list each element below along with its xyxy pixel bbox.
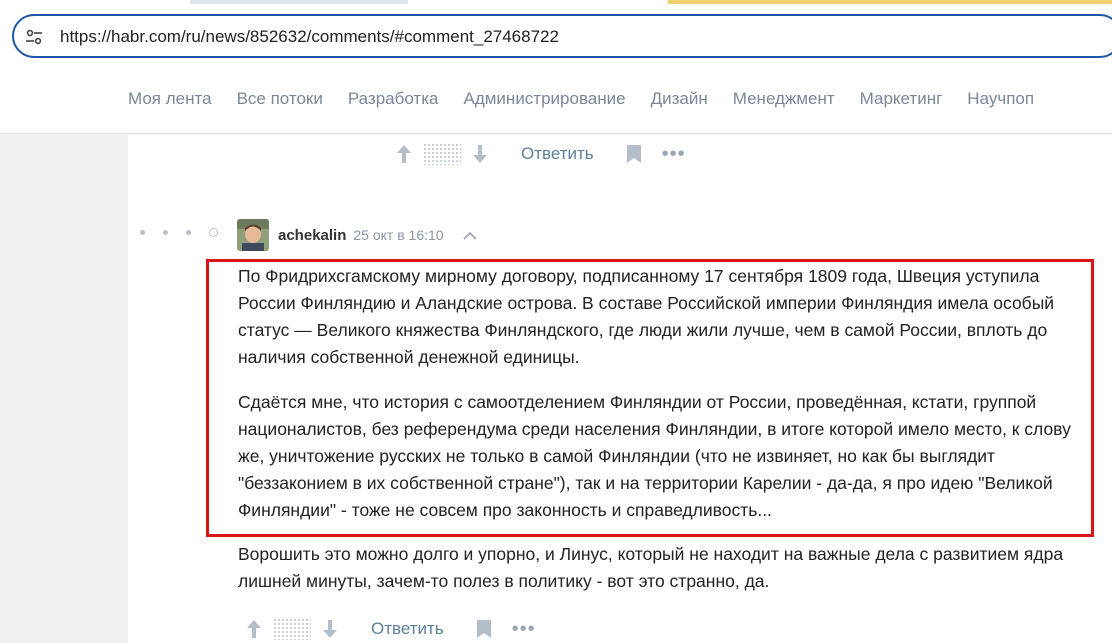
nav-item-design[interactable]: Дизайн (651, 89, 708, 109)
rating-hidden (423, 143, 461, 165)
thread-dot-current[interactable] (209, 228, 218, 237)
url-text[interactable]: https://habr.com/ru/news/852632/comments… (60, 27, 559, 47)
nav-item-administration[interactable]: Администрирование (463, 89, 625, 109)
chevron-up-icon[interactable] (462, 229, 478, 241)
prev-comment-actions: Ответить ••• (395, 143, 686, 165)
reply-button[interactable]: Ответить (521, 144, 594, 164)
nav-item-management[interactable]: Менеджмент (733, 89, 835, 109)
vote-down-icon[interactable] (321, 618, 339, 640)
comment-time[interactable]: 25 окт в 16:10 (353, 227, 443, 243)
reply-button[interactable]: Ответить (371, 619, 444, 639)
avatar[interactable] (237, 219, 269, 251)
tab-indicator-active[interactable] (668, 0, 1112, 4)
thread-dot (140, 230, 145, 235)
thread-dot (163, 230, 168, 235)
bookmark-icon[interactable] (476, 619, 492, 639)
vote-down-icon[interactable] (471, 143, 489, 165)
site-settings-icon[interactable] (24, 27, 44, 47)
nav-item-marketing[interactable]: Маркетинг (860, 89, 943, 109)
bookmark-icon[interactable] (626, 144, 642, 164)
thread-dot (186, 230, 191, 235)
tab-indicator[interactable] (190, 0, 408, 4)
comment-header: achekalin 25 окт в 16:10 (237, 219, 478, 251)
comment-actions: Ответить ••• (245, 618, 536, 640)
comment-author[interactable]: achekalin (278, 227, 346, 244)
rating-hidden (273, 618, 311, 640)
nav-item-popsci[interactable]: Научпоп (967, 89, 1034, 109)
nav-item-my-feed[interactable]: Моя лента (128, 89, 212, 109)
comment-paragraph: По Фридрихсгамскому мирному договору, по… (238, 266, 1055, 367)
address-bar[interactable]: https://habr.com/ru/news/852632/comments… (12, 14, 1112, 58)
thread-depth-indicator (140, 228, 218, 237)
more-icon[interactable]: ••• (512, 619, 536, 639)
comment-paragraph: Сдаётся мне, что история с самоотделение… (238, 392, 1071, 520)
vote-up-icon[interactable] (395, 143, 413, 165)
comment-paragraph: Ворошить это можно долго и упорно, и Лин… (238, 544, 1064, 591)
vote-up-icon[interactable] (245, 618, 263, 640)
habr-nav: Моя лента Все потоки Разработка Админист… (0, 64, 1112, 134)
nav-item-all-streams[interactable]: Все потоки (237, 89, 323, 109)
nav-item-development[interactable]: Разработка (348, 89, 439, 109)
more-icon[interactable]: ••• (662, 144, 686, 164)
browser-toolbar: https://habr.com/ru/news/852632/comments… (0, 6, 1112, 64)
